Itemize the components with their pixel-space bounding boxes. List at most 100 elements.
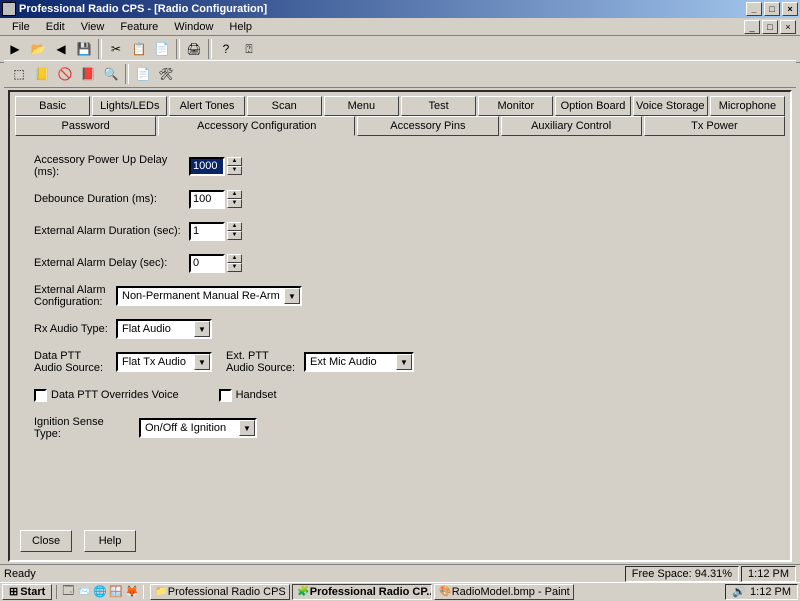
tool-icon-3[interactable]: 🚫 — [54, 63, 76, 85]
tab-accessory-config[interactable]: Accessory Configuration — [158, 116, 355, 136]
rx-audio-value: Flat Audio — [118, 323, 194, 335]
tab-basic[interactable]: Basic — [15, 96, 90, 116]
power-up-delay-label: Accessory Power Up Delay (ms): — [34, 154, 189, 178]
menu-view[interactable]: View — [73, 19, 113, 35]
status-time: 1:12 PM — [741, 566, 796, 582]
reload-icon[interactable]: ◀ — [50, 38, 72, 60]
ql-icon[interactable]: 🦊 — [125, 585, 139, 599]
tab-menu[interactable]: Menu — [324, 96, 399, 116]
system-tray[interactable]: 🔊 1:12 PM — [725, 584, 798, 600]
maximize-button[interactable]: □ — [764, 2, 780, 16]
ql-icon[interactable]: 🪟 — [109, 585, 123, 599]
tray-icon[interactable]: 🔊 — [732, 585, 746, 598]
context-help-icon[interactable]: ⍰ — [238, 38, 260, 60]
tab-voice[interactable]: Voice Storage — [633, 96, 708, 116]
spin-down-icon[interactable]: ▼ — [227, 199, 242, 208]
ext-alarm-dur-input[interactable] — [189, 222, 225, 241]
taskbar: ⊞ Start 🗔 📨 🌐 🪟 🦊 📁 Professional Radio C… — [0, 582, 800, 600]
child-minimize-button[interactable]: _ — [744, 20, 760, 34]
child-maximize-button[interactable]: □ — [762, 20, 778, 34]
menubar: File Edit View Feature Window Help _ □ × — [0, 18, 800, 36]
tab-tx-power[interactable]: Tx Power — [644, 116, 785, 136]
copy-icon[interactable]: 📋 — [128, 38, 150, 60]
minimize-button[interactable]: _ — [746, 2, 762, 16]
status-free-space: Free Space: 94.31% — [625, 566, 739, 582]
tab-monitor[interactable]: Monitor — [478, 96, 553, 116]
handset-checkbox[interactable] — [219, 389, 232, 402]
tool-icon-4[interactable]: 📕 — [77, 63, 99, 85]
rx-audio-select[interactable]: Flat Audio ▼ — [116, 319, 212, 339]
spin-up-icon[interactable]: ▲ — [227, 254, 242, 263]
ql-icon[interactable]: 🌐 — [93, 585, 107, 599]
tab-scan[interactable]: Scan — [247, 96, 322, 116]
spin-down-icon[interactable]: ▼ — [227, 263, 242, 272]
chevron-down-icon[interactable]: ▼ — [194, 321, 210, 337]
taskbar-item[interactable]: 📁 Professional Radio CPS R... — [150, 584, 290, 600]
ext-ptt-select[interactable]: Ext Mic Audio ▼ — [304, 352, 414, 372]
cut-icon[interactable]: ✂ — [105, 38, 127, 60]
spin-down-icon[interactable]: ▼ — [227, 166, 242, 175]
tab-password[interactable]: Password — [15, 116, 156, 136]
ql-icon[interactable]: 🗔 — [61, 585, 75, 599]
paste-icon[interactable]: 📄 — [151, 38, 173, 60]
spin-up-icon[interactable]: ▲ — [227, 190, 242, 199]
child-close-button[interactable]: × — [780, 20, 796, 34]
tab-lights[interactable]: Lights/LEDs — [92, 96, 167, 116]
statusbar: Ready Free Space: 94.31% 1:12 PM — [0, 564, 800, 582]
ignition-select[interactable]: On/Off & Ignition ▼ — [139, 418, 257, 438]
handset-label: Handset — [236, 389, 277, 401]
ext-alarm-dur-label: External Alarm Duration (sec): — [34, 225, 189, 237]
chevron-down-icon[interactable]: ▼ — [239, 420, 255, 436]
app-icon — [2, 2, 16, 16]
taskbar-item[interactable]: 🎨 RadioModel.bmp - Paint — [434, 584, 574, 600]
ext-ptt-label: Ext. PTT Audio Source: — [226, 350, 304, 374]
chevron-down-icon[interactable]: ▼ — [194, 354, 210, 370]
ext-alarm-delay-input[interactable] — [189, 254, 225, 273]
chevron-down-icon[interactable]: ▼ — [284, 288, 300, 304]
help-icon[interactable]: ? — [215, 38, 237, 60]
save-icon[interactable]: 💾 — [73, 38, 95, 60]
zoom-icon[interactable]: 🔍 — [100, 63, 122, 85]
ql-icon[interactable]: 📨 — [77, 585, 91, 599]
spin-up-icon[interactable]: ▲ — [227, 222, 242, 231]
spin-up-icon[interactable]: ▲ — [227, 157, 242, 166]
spin-down-icon[interactable]: ▼ — [227, 231, 242, 240]
chevron-down-icon[interactable]: ▼ — [396, 354, 412, 370]
menu-file[interactable]: File — [4, 19, 38, 35]
tool-icon-6[interactable]: 🛠 — [155, 63, 177, 85]
main-area: ⬚ 📒 🚫 📕 🔍 📄 🛠 Basic Lights/LEDs Alert To… — [4, 60, 796, 566]
tool-icon-2[interactable]: 📒 — [31, 63, 53, 85]
toolbar-icon[interactable]: ▶ — [4, 38, 26, 60]
tab-aux-control[interactable]: Auxiliary Control — [501, 116, 642, 136]
power-up-delay-input[interactable] — [189, 157, 225, 176]
start-button[interactable]: ⊞ Start — [2, 584, 52, 600]
open-icon[interactable]: 📂 — [27, 38, 49, 60]
tab-mic[interactable]: Microphone — [710, 96, 785, 116]
data-ptt-value: Flat Tx Audio — [118, 356, 194, 368]
ext-alarm-delay-label: External Alarm Delay (sec): — [34, 257, 189, 269]
windows-icon: ⊞ — [9, 585, 18, 598]
close-button[interactable]: Close — [20, 530, 72, 552]
config-panel: Basic Lights/LEDs Alert Tones Scan Menu … — [8, 90, 792, 562]
print-icon[interactable]: 🖨 — [183, 38, 205, 60]
tool-icon-5[interactable]: 📄 — [132, 63, 154, 85]
tab-option[interactable]: Option Board — [555, 96, 630, 116]
start-label: Start — [20, 586, 45, 598]
menu-edit[interactable]: Edit — [38, 19, 73, 35]
help-button[interactable]: Help — [84, 530, 136, 552]
menu-help[interactable]: Help — [221, 19, 260, 35]
tab-alert[interactable]: Alert Tones — [169, 96, 244, 116]
ext-alarm-cfg-label: External Alarm Configuration: — [34, 284, 116, 308]
close-window-button[interactable]: × — [782, 2, 798, 16]
menu-window[interactable]: Window — [166, 19, 221, 35]
debounce-input[interactable] — [189, 190, 225, 209]
data-ptt-select[interactable]: Flat Tx Audio ▼ — [116, 352, 212, 372]
tab-accessory-pins[interactable]: Accessory Pins — [357, 116, 498, 136]
tool-icon-1[interactable]: ⬚ — [8, 63, 30, 85]
tab-test[interactable]: Test — [401, 96, 476, 116]
menu-feature[interactable]: Feature — [112, 19, 166, 35]
tab-row-2: Password Accessory Configuration Accesso… — [14, 116, 786, 136]
data-ptt-override-checkbox[interactable] — [34, 389, 47, 402]
taskbar-item-active[interactable]: 🧩 Professional Radio CP... — [292, 584, 432, 600]
ext-alarm-cfg-select[interactable]: Non-Permanent Manual Re-Arm ▼ — [116, 286, 302, 306]
